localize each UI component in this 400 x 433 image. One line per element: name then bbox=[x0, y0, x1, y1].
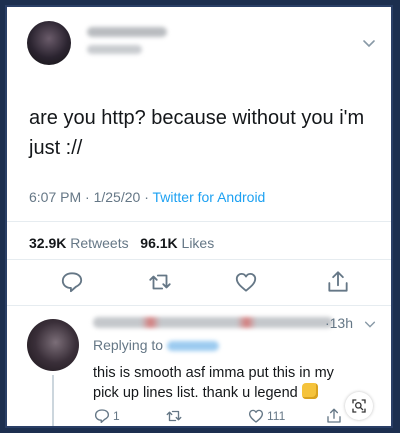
reply-author-name-blurred bbox=[93, 317, 333, 328]
share-icon bbox=[325, 407, 343, 425]
retweets-count: 32.9K bbox=[29, 235, 67, 251]
divider bbox=[7, 305, 391, 306]
reply-retweet-button[interactable] bbox=[165, 407, 183, 425]
replying-to: Replying to bbox=[93, 337, 219, 353]
tweet-text: are you http? because without you i'm ju… bbox=[29, 107, 365, 159]
reply-text: this is smooth asf imma put this in my p… bbox=[93, 365, 334, 401]
retweet-icon[interactable] bbox=[147, 269, 173, 295]
reply-icon[interactable] bbox=[59, 269, 85, 295]
retweets-label: Retweets bbox=[70, 235, 129, 251]
tweet-date: 1/25/20 bbox=[93, 189, 141, 205]
meta-separator: · bbox=[85, 189, 90, 205]
author-handle-blurred bbox=[87, 45, 142, 54]
retweets-stat[interactable]: 32.9K Retweets bbox=[29, 235, 129, 251]
raised-fist-emoji bbox=[301, 383, 318, 399]
tweet-actions bbox=[7, 269, 391, 299]
replying-to-label: Replying to bbox=[93, 337, 164, 353]
tweet-stats: 32.9K Retweets 96.1K Likes bbox=[29, 235, 214, 251]
author-name-blurred bbox=[87, 27, 167, 37]
mention-blurred[interactable] bbox=[166, 341, 219, 352]
likes-count: 96.1K bbox=[140, 235, 178, 251]
reply-reply-button[interactable]: 1 bbox=[93, 407, 120, 425]
likes-label: Likes bbox=[181, 235, 215, 251]
reply-time-value: 13h bbox=[329, 315, 353, 331]
divider bbox=[7, 221, 391, 222]
reply-actions: 1 111 bbox=[7, 407, 391, 426]
reply-author-avatar[interactable] bbox=[27, 319, 79, 371]
chevron-down-icon[interactable] bbox=[363, 317, 377, 331]
meta-separator: · bbox=[144, 189, 149, 205]
lens-search-icon[interactable] bbox=[345, 392, 373, 420]
like-count: 111 bbox=[267, 409, 286, 423]
tweet-meta: 6:07 PM · 1/25/20 · Twitter for Android bbox=[29, 189, 265, 205]
reply-count: 1 bbox=[113, 409, 120, 423]
reply-like-button[interactable]: 111 bbox=[247, 407, 285, 425]
reply-icon bbox=[93, 407, 111, 425]
chevron-down-icon[interactable] bbox=[361, 35, 377, 51]
author-avatar[interactable] bbox=[27, 21, 71, 65]
divider bbox=[7, 259, 391, 260]
tweet-source-link[interactable]: Twitter for Android bbox=[153, 189, 266, 205]
retweet-icon bbox=[165, 407, 183, 425]
reply-text-block: this is smooth asf imma put this in my p… bbox=[93, 363, 358, 403]
reply-time: ·13h bbox=[325, 315, 353, 331]
tweet-time: 6:07 PM bbox=[29, 189, 82, 205]
likes-stat[interactable]: 96.1K Likes bbox=[140, 235, 214, 251]
like-icon[interactable] bbox=[233, 269, 259, 295]
share-icon[interactable] bbox=[325, 269, 351, 295]
reply-share-button[interactable] bbox=[325, 407, 343, 425]
like-icon bbox=[247, 407, 265, 425]
screenshot-frame: are you http? because without you i'm ju… bbox=[5, 5, 393, 428]
